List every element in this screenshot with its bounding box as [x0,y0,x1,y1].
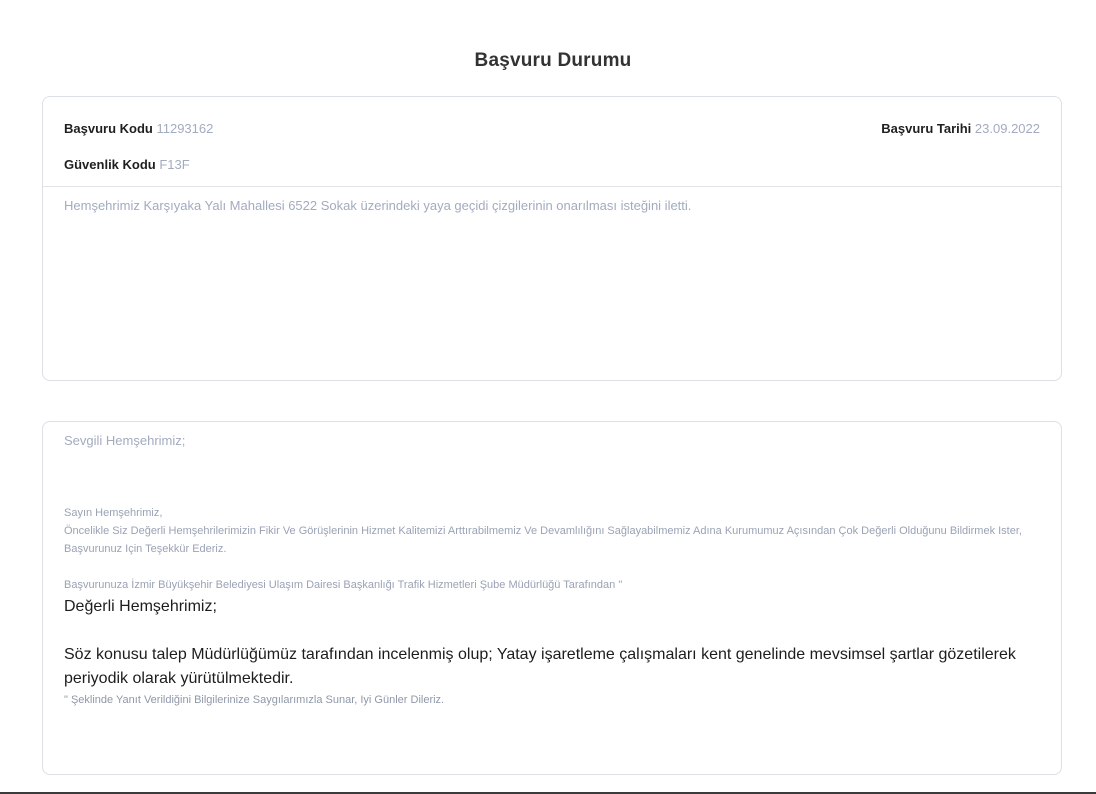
page-title: Başvuru Durumu [474,50,632,71]
application-info-card: Başvuru Kodu 11293162 Başvuru Tarihi 23.… [42,96,1062,381]
response-card: Sevgili Hemşehrimiz; Sayın Hemşehrimiz, … [42,421,1062,775]
security-code-label: Güvenlik Kodu [64,157,156,172]
application-date-label: Başvuru Tarihi [881,121,972,136]
response-department-line: Başvurunuza İzmir Büyükşehir Belediyesi … [64,579,623,591]
application-date: Başvuru Tarihi 23.09.2022 [881,121,1040,136]
application-code: Başvuru Kodu 11293162 [64,121,213,136]
application-code-value: 11293162 [156,121,214,136]
request-description: Hemşehrimiz Karşıyaka Yalı Mahallesi 652… [64,198,692,213]
response-greeting: Sevgili Hemşehrimiz; [64,433,186,448]
response-intro: Öncelikle Siz Değerli Hemşehrilerimizin … [64,525,1022,555]
response-dear: Değerli Hemşehrimiz; [64,598,217,615]
security-code-value: F13F [159,157,190,172]
application-code-label: Başvuru Kodu [64,121,153,136]
divider [43,186,1061,187]
response-closing: " Şeklinde Yanıt Verildiğini Bilgilerini… [64,694,445,706]
response-body: Söz konusu talep Müdürlüğümüz tarafından… [64,646,1016,687]
response-salutation: Sayın Hemşehrimiz, [64,507,163,519]
application-date-value: 23.09.2022 [974,121,1040,136]
security-code: Güvenlik Kodu F13F [64,157,190,172]
